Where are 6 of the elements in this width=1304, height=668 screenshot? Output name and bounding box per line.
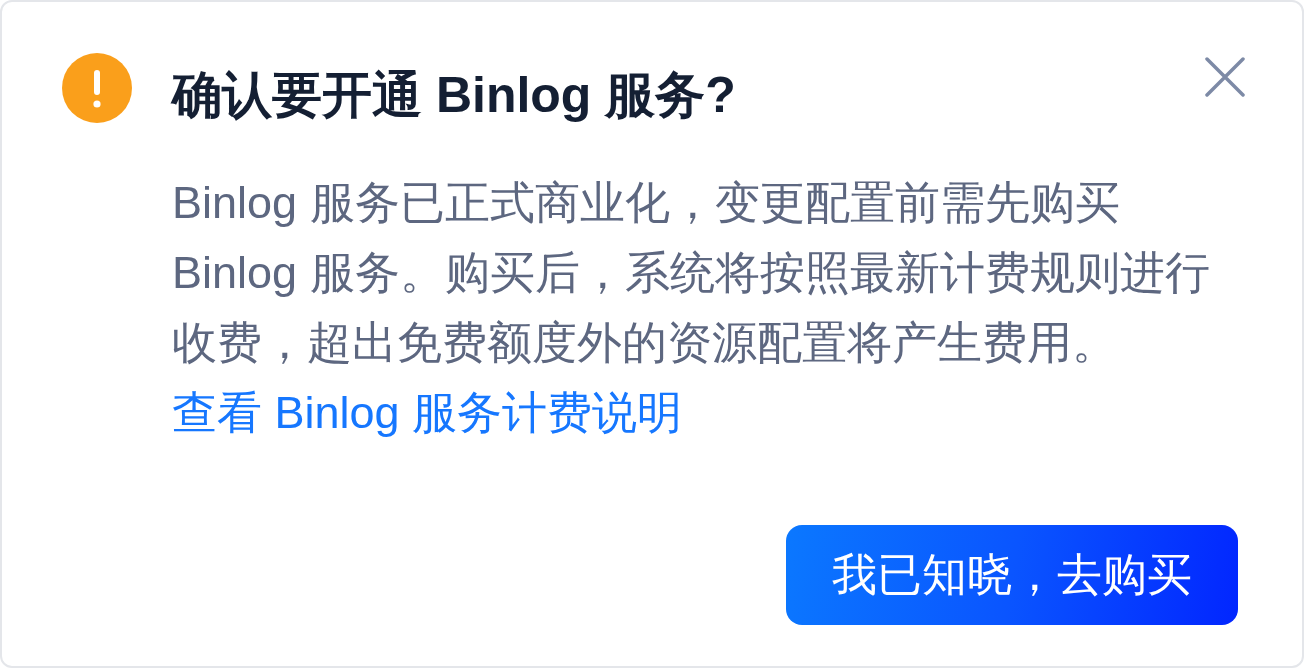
billing-link[interactable]: 查看 Binlog 服务计费说明: [172, 387, 683, 438]
dialog-message: Binlog 服务已正式商业化，变更配置前需先购买 Binlog 服务。购买后，系统将按照最新计费规则进行收费，超出免费额度外的资源配置将产生费用。 查看 Binlog 服务计费说明: [172, 176, 1211, 440]
close-icon[interactable]: [1205, 57, 1245, 97]
warning-icon: [62, 53, 132, 123]
buy-button[interactable]: 我已知晓，去购买: [786, 525, 1238, 625]
dialog-title: 确认要开通 Binlog 服务?: [172, 66, 736, 125]
